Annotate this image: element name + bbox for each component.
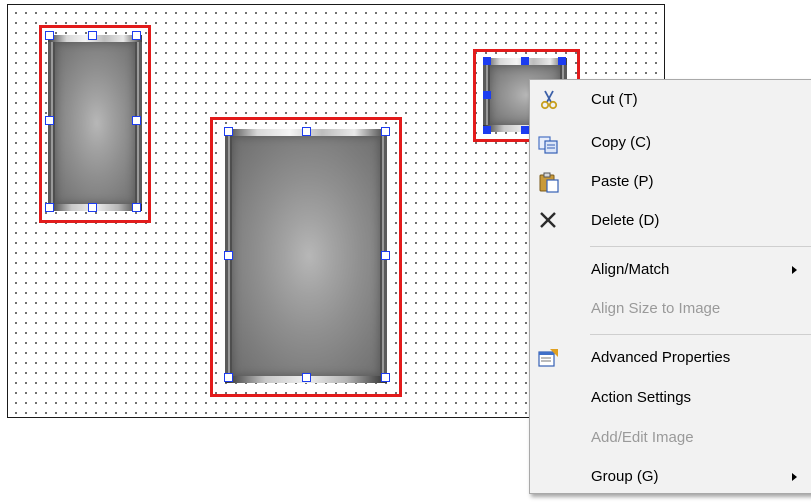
- resize-handle-se[interactable]: [380, 372, 390, 382]
- resize-handle-sw[interactable]: [44, 202, 54, 212]
- resize-handle-ne[interactable]: [558, 57, 566, 65]
- resize-handle-w[interactable]: [44, 115, 54, 125]
- resize-handle-ne[interactable]: [131, 30, 141, 40]
- image-object-left[interactable]: [39, 25, 151, 223]
- resize-handle-w[interactable]: [223, 250, 233, 260]
- menu-item-label: Group (G): [591, 468, 659, 485]
- menu-item-delete[interactable]: Delete (D): [530, 202, 811, 240]
- resize-handle-e[interactable]: [131, 115, 141, 125]
- menu-item-align-size-to-image[interactable]: Align Size to Image: [530, 290, 811, 328]
- resize-handle-e[interactable]: [380, 250, 390, 260]
- resize-handle-nw[interactable]: [44, 30, 54, 40]
- menu-item-label: Delete (D): [591, 212, 660, 229]
- resize-handle-nw[interactable]: [483, 57, 491, 65]
- menu-item-label: Copy (C): [591, 134, 652, 151]
- context-menu: Cut (T) Copy (C) Paste (P) Delete (D) Al…: [529, 79, 811, 494]
- image-frame[interactable]: [48, 35, 142, 211]
- resize-handle-ne[interactable]: [380, 126, 390, 136]
- submenu-arrow-icon: [792, 473, 797, 481]
- image-object-center[interactable]: [210, 117, 402, 397]
- menu-item-advanced-properties[interactable]: Advanced Properties: [530, 339, 811, 377]
- menu-item-label: Action Settings: [591, 389, 692, 406]
- menu-item-copy[interactable]: Copy (C): [530, 124, 811, 162]
- image-frame[interactable]: [225, 129, 387, 383]
- menu-item-label: Align Size to Image: [591, 300, 721, 317]
- submenu-arrow-icon: [792, 266, 797, 274]
- scissors-icon: [538, 89, 560, 111]
- menu-item-paste[interactable]: Paste (P): [530, 163, 811, 201]
- menu-separator: [590, 334, 811, 335]
- resize-handle-n[interactable]: [521, 57, 529, 65]
- resize-handle-n[interactable]: [87, 30, 97, 40]
- menu-item-label: Align/Match: [591, 261, 670, 278]
- paste-icon: [538, 171, 560, 193]
- menu-separator: [590, 246, 811, 247]
- resize-handle-se[interactable]: [131, 202, 141, 212]
- resize-handle-n[interactable]: [301, 126, 311, 136]
- menu-item-add-edit-image[interactable]: Add/Edit Image: [530, 419, 811, 457]
- menu-item-action-settings[interactable]: Action Settings: [530, 379, 811, 417]
- resize-handle-s[interactable]: [521, 126, 529, 134]
- menu-item-label: Add/Edit Image: [591, 429, 694, 446]
- resize-handle-s[interactable]: [301, 372, 311, 382]
- menu-item-label: Advanced Properties: [591, 349, 731, 366]
- resize-handle-nw[interactable]: [223, 126, 233, 136]
- resize-handle-w[interactable]: [483, 91, 491, 99]
- resize-handle-s[interactable]: [87, 202, 97, 212]
- menu-item-label: Cut (T): [591, 91, 638, 108]
- resize-handle-sw[interactable]: [483, 126, 491, 134]
- menu-item-cut[interactable]: Cut (T): [530, 81, 811, 119]
- copy-icon: [538, 132, 560, 154]
- properties-icon: [538, 347, 560, 369]
- menu-item-align-match[interactable]: Align/Match: [530, 251, 811, 289]
- menu-item-label: Paste (P): [591, 173, 654, 190]
- menu-item-group[interactable]: Group (G): [530, 458, 811, 496]
- resize-handle-sw[interactable]: [223, 372, 233, 382]
- delete-x-icon: [538, 210, 560, 232]
